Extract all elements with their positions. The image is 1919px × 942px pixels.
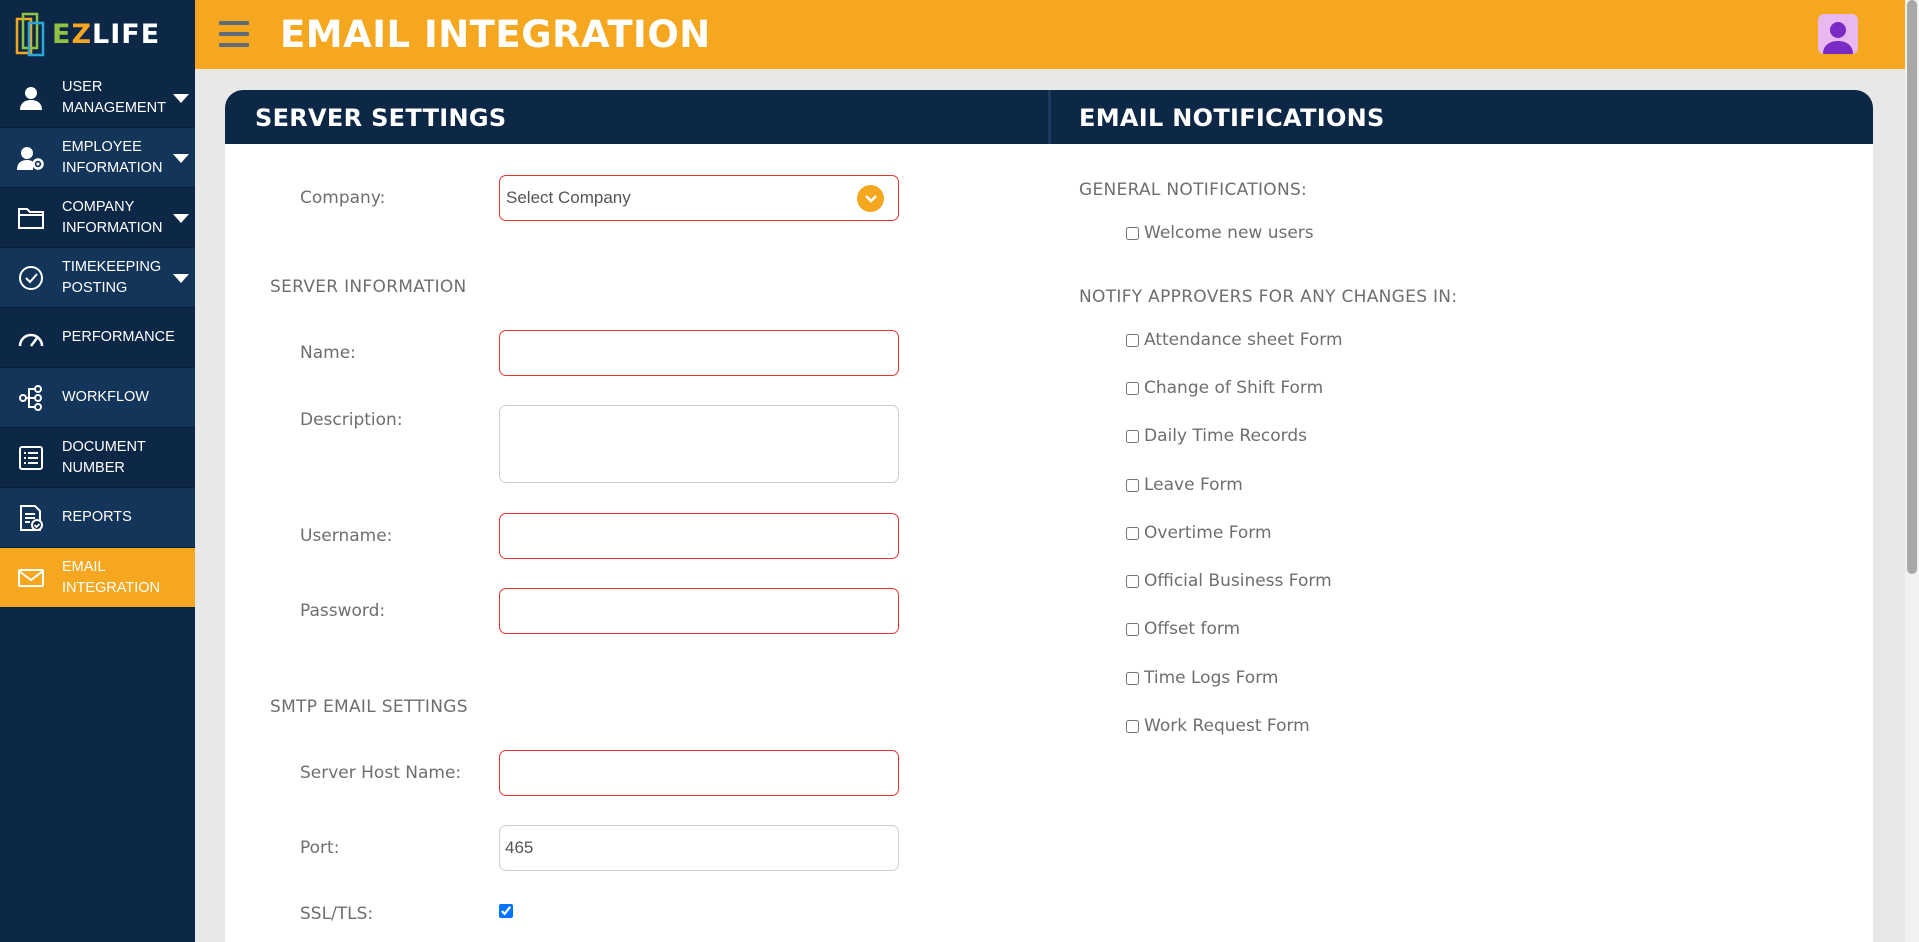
port-input[interactable]	[499, 825, 899, 871]
sidebar-item-label: WORKFLOW	[62, 389, 149, 405]
sidebar-item-label: TIMEKEEPING POSTING	[62, 258, 162, 296]
sidebar-item-performance[interactable]: PERFORMANCE	[0, 308, 195, 368]
sidebar: EZLIFE USER MANAGEMENT EMPLOYEE INFORMAT…	[0, 0, 195, 942]
sidebar-item-label: PERFORMANCE	[62, 329, 175, 345]
check-circle-icon	[0, 265, 62, 291]
user-gear-icon	[0, 145, 62, 171]
sidebar-item-email-integration[interactable]: EMAIL INTEGRATION	[0, 548, 195, 608]
caret-down-icon	[173, 273, 189, 283]
checkbox-label: Time Logs Form	[1144, 668, 1279, 688]
company-select-value: Select Company	[506, 188, 631, 207]
logo-text: EZLIFE	[52, 18, 161, 50]
sidebar-item-label: COMPANY INFORMATION	[62, 198, 163, 236]
general-notification-item[interactable]: Welcome new users	[1126, 223, 1314, 243]
approver-notification-item[interactable]: Attendance sheet Form	[1126, 330, 1343, 350]
checkbox-label: Welcome new users	[1144, 223, 1314, 243]
sidebar-item-label: REPORTS	[62, 509, 132, 525]
server-host-label: Server Host Name:	[300, 763, 462, 783]
sidebar-item-label: EMPLOYEE INFORMATION	[62, 138, 163, 176]
password-label: Password:	[300, 601, 386, 621]
sidebar-item-label: DOCUMENT NUMBER	[62, 438, 146, 476]
email-notifications-title: EMAIL NOTIFICATIONS	[1079, 104, 1385, 132]
ssl-tls-label: SSL/TLS:	[300, 904, 374, 924]
name-input[interactable]	[499, 330, 899, 376]
sidebar-item-workflow[interactable]: WORKFLOW	[0, 368, 195, 428]
sidebar-item-company-information[interactable]: COMPANY INFORMATION	[0, 188, 195, 248]
envelope-icon	[0, 568, 62, 588]
sidebar-item-document-number[interactable]: DOCUMENT NUMBER	[0, 428, 195, 488]
general-notifications-heading: GENERAL NOTIFICATIONS:	[1079, 180, 1308, 200]
approver-notification-item[interactable]: Overtime Form	[1126, 523, 1272, 543]
checkbox-label: Work Request Form	[1144, 716, 1310, 736]
checkbox-label: Attendance sheet Form	[1144, 330, 1343, 350]
folder-icon	[0, 206, 62, 230]
workflow-icon	[0, 384, 62, 411]
attendance-sheet-form-checkbox[interactable]	[1126, 333, 1139, 347]
sidebar-item-reports[interactable]: REPORTS	[0, 488, 195, 548]
overtime-form-checkbox[interactable]	[1126, 526, 1139, 540]
document-list-icon	[0, 445, 62, 471]
notify-approvers-heading: NOTIFY APPROVERS FOR ANY CHANGES IN:	[1079, 287, 1458, 307]
checkbox-label: Official Business Form	[1144, 571, 1332, 591]
ssl-tls-checkbox[interactable]	[499, 904, 513, 918]
email-integration-card: SERVER SETTINGS EMAIL NOTIFICATIONS Comp…	[225, 90, 1873, 942]
user-icon	[0, 85, 62, 111]
gauge-icon	[0, 328, 62, 348]
smtp-settings-heading: SMTP EMAIL SETTINGS	[270, 697, 468, 717]
sidebar-item-employee-information[interactable]: EMPLOYEE INFORMATION	[0, 128, 195, 188]
user-avatar-icon	[1823, 22, 1853, 54]
caret-down-icon	[173, 153, 189, 163]
checkbox-label: Offset form	[1144, 619, 1241, 639]
caret-down-icon	[173, 213, 189, 223]
checkbox-label: Daily Time Records	[1144, 426, 1308, 446]
scrollbar-thumb[interactable]	[1907, 0, 1917, 574]
checkbox-label: Leave Form	[1144, 475, 1243, 495]
approver-notification-item[interactable]: Leave Form	[1126, 475, 1243, 495]
logo-mark-icon	[14, 9, 48, 59]
avatar[interactable]	[1818, 14, 1858, 54]
password-input[interactable]	[499, 588, 899, 634]
hamburger-menu-icon[interactable]	[219, 21, 249, 47]
sidebar-item-timekeeping-posting[interactable]: TIMEKEEPING POSTING	[0, 248, 195, 308]
approver-notification-item[interactable]: Work Request Form	[1126, 716, 1310, 736]
card-header: SERVER SETTINGS EMAIL NOTIFICATIONS	[225, 90, 1873, 144]
checkbox-label: Overtime Form	[1144, 523, 1272, 543]
daily-time-records-checkbox[interactable]	[1126, 429, 1139, 443]
chevron-down-icon	[857, 185, 884, 212]
server-information-heading: SERVER INFORMATION	[270, 277, 467, 297]
work-request-form-checkbox[interactable]	[1126, 719, 1139, 733]
description-input[interactable]	[499, 405, 899, 483]
server-settings-title: SERVER SETTINGS	[255, 104, 507, 132]
logo[interactable]: EZLIFE	[0, 0, 195, 68]
sidebar-item-label: USER MANAGEMENT	[62, 78, 166, 116]
description-label: Description:	[300, 410, 403, 430]
username-input[interactable]	[499, 513, 899, 559]
company-label: Company:	[300, 188, 386, 208]
approver-notification-item[interactable]: Official Business Form	[1126, 571, 1332, 591]
scrollbar[interactable]	[1905, 0, 1919, 942]
approver-notification-item[interactable]: Time Logs Form	[1126, 668, 1278, 688]
sidebar-item-label: EMAIL INTEGRATION	[62, 558, 161, 596]
approver-notification-item[interactable]: Offset form	[1126, 619, 1240, 639]
company-select[interactable]: Select Company	[499, 175, 899, 221]
port-label: Port:	[300, 838, 340, 858]
caret-down-icon	[173, 93, 189, 103]
username-label: Username:	[300, 526, 393, 546]
official-business-form-checkbox[interactable]	[1126, 574, 1139, 588]
leave-form-checkbox[interactable]	[1126, 478, 1139, 492]
time-logs-form-checkbox[interactable]	[1126, 671, 1139, 685]
change-of-shift-form-checkbox[interactable]	[1126, 381, 1139, 395]
sidebar-item-user-management[interactable]: USER MANAGEMENT	[0, 68, 195, 128]
page-title: EMAIL INTEGRATION	[280, 13, 711, 56]
checkbox-label: Change of Shift Form	[1144, 378, 1324, 398]
top-header: EMAIL INTEGRATION	[195, 0, 1905, 69]
report-icon	[0, 504, 62, 532]
offset-form-checkbox[interactable]	[1126, 622, 1139, 636]
server-host-input[interactable]	[499, 750, 899, 796]
header-divider	[1048, 90, 1051, 144]
name-label: Name:	[300, 343, 356, 363]
approver-notification-item[interactable]: Daily Time Records	[1126, 426, 1307, 446]
welcome-new-users-checkbox[interactable]	[1126, 226, 1139, 240]
approver-notification-item[interactable]: Change of Shift Form	[1126, 378, 1323, 398]
